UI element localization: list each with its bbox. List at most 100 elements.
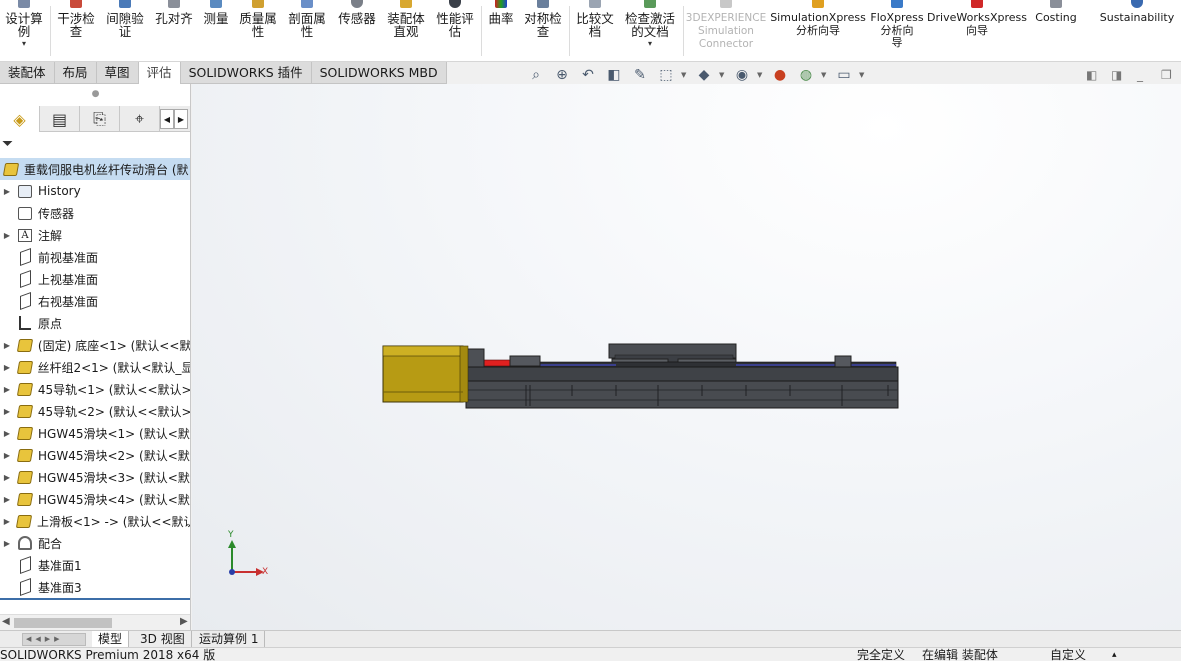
tree-item-top-plate[interactable]: ▶ 上滑板<1> -> (默认<<默认 [0, 510, 190, 532]
tree-item-top-plane[interactable]: 上视基准面 [0, 268, 190, 290]
tree-item-history[interactable]: ▶ History [0, 180, 190, 202]
linear-actuator-model[interactable] [380, 340, 902, 414]
tree-item-mates[interactable]: ▶ 配合 [0, 532, 190, 554]
tab-navigation-buttons[interactable]: ◀◀▶▶ [22, 633, 86, 646]
tree-item-front-plane[interactable]: 前视基准面 [0, 246, 190, 268]
tree-item-slider-4[interactable]: ▶ HGW45滑块<4> (默认<默 [0, 488, 190, 510]
tree-item-slider-2[interactable]: ▶ HGW45滑块<2> (默认<默 [0, 444, 190, 466]
status-units-selector[interactable]: 自定义 [1050, 647, 1086, 661]
interference-detection-button[interactable]: 干涉检 查 [53, 0, 99, 60]
tab-configurationmanager[interactable]: ⎘ [80, 106, 120, 132]
tree-item-origin[interactable]: 原点 [0, 312, 190, 334]
hole-alignment-icon [165, 0, 183, 12]
tab-solidworks-addins[interactable]: SOLIDWORKS 插件 [180, 62, 312, 84]
measure-button[interactable]: 测量 [199, 0, 233, 60]
triad-x-label: X [262, 567, 269, 577]
chevron-down-icon[interactable]: ▼ [821, 71, 829, 79]
expand-arrow-icon[interactable]: ▶ [0, 429, 14, 438]
symmetry-check-button[interactable]: 对称检 查 [520, 0, 566, 60]
tree-item-rail-1[interactable]: ▶ 45导轨<1> (默认<<默认> [0, 378, 190, 400]
viewport-tile-right-icon[interactable]: ◨ [1111, 68, 1122, 82]
tab-model[interactable]: 模型 [92, 631, 130, 648]
display-style-icon[interactable]: ◆ [693, 65, 715, 85]
hole-alignment-button[interactable]: 孔对齐 [151, 0, 197, 60]
tab-layout[interactable]: 布局 [54, 62, 97, 84]
view-settings-icon[interactable]: ▭ [833, 65, 855, 85]
chevron-down-icon[interactable]: ▼ [859, 71, 867, 79]
previous-view-icon[interactable]: ↶ [577, 65, 599, 85]
tree-item-slider-3[interactable]: ▶ HGW45滑块<3> (默认<默 [0, 466, 190, 488]
tree-root-assembly[interactable]: 重载伺服电机丝杆传动滑台 (默 [0, 158, 190, 180]
zoom-to-fit-icon[interactable]: ⌕ [525, 65, 547, 85]
simulationxpress-button[interactable]: SimulationXpress 分析向导 [770, 0, 866, 60]
chevron-down-icon[interactable]: ▼ [681, 71, 689, 79]
tab-assembly[interactable]: 装配体 [0, 62, 55, 84]
performance-evaluation-button[interactable]: 性能评 估 [432, 0, 478, 60]
expand-arrow-icon[interactable]: ▶ [0, 517, 14, 526]
tab-dimxpertmanager[interactable]: ⌖ [120, 106, 160, 132]
zoom-to-area-icon[interactable]: ⊕ [551, 65, 573, 85]
expand-arrow-icon[interactable]: ▶ [0, 539, 14, 548]
tab-solidworks-mbd[interactable]: SOLIDWORKS MBD [311, 62, 447, 84]
design-study-button[interactable]: 设计算 例 ▾ [2, 0, 46, 60]
tree-item-right-plane[interactable]: 右视基准面 [0, 290, 190, 312]
expand-arrow-icon[interactable]: ▶ [0, 385, 14, 394]
viewport-tile-left-icon[interactable]: ◧ [1086, 68, 1097, 82]
clearance-verification-button[interactable]: 间隙验 证 [102, 0, 148, 60]
edit-appearance-icon[interactable]: ● [769, 65, 791, 85]
scroll-right-arrow-icon[interactable]: ▶ [180, 616, 188, 627]
floxpress-button[interactable]: FloXpress 分析向 导 [868, 0, 926, 60]
expand-arrow-icon[interactable]: ▶ [0, 187, 14, 196]
section-properties-button[interactable]: 剖面属 性 [284, 0, 330, 60]
tree-item-annotations[interactable]: ▶ A 注解 [0, 224, 190, 246]
tab-featuremanager[interactable]: ◈ [0, 106, 40, 132]
tabs-scroll-left-button[interactable]: ◀ [160, 109, 174, 129]
expand-arrow-icon[interactable]: ▶ [0, 363, 14, 372]
driveworksxpress-button[interactable]: DriveWorksXpress 向导 [927, 0, 1027, 60]
expand-arrow-icon[interactable]: ▶ [0, 473, 14, 482]
tab-evaluate[interactable]: 评估 [138, 62, 181, 84]
costing-button[interactable]: Costing [1030, 0, 1082, 60]
chevron-down-icon[interactable]: ▼ [719, 71, 727, 79]
sustainability-button[interactable]: Sustainability [1096, 0, 1178, 60]
expand-arrow-icon[interactable]: ▶ [0, 495, 14, 504]
tab-propertymanager[interactable]: ▤ [40, 106, 80, 132]
tree-item-slider-1[interactable]: ▶ HGW45滑块<1> (默认<默 [0, 422, 190, 444]
curvature-button[interactable]: 曲率 [484, 0, 518, 60]
panel-grip-handle[interactable]: ● [0, 84, 190, 106]
floxpress-icon [888, 0, 906, 12]
chevron-down-icon[interactable]: ▼ [757, 71, 765, 79]
expand-arrow-icon[interactable]: ▶ [0, 341, 14, 350]
tab-3d-view[interactable]: 3D 视图 [134, 631, 192, 648]
expand-arrow-icon[interactable]: ▶ [0, 231, 14, 240]
tree-item-rail-2[interactable]: ▶ 45导轨<2> (默认<<默认> [0, 400, 190, 422]
check-active-document-button[interactable]: 检查激活 的文档 ▾ [621, 0, 679, 60]
expand-arrow-icon[interactable]: ▶ [0, 451, 14, 460]
filter-icon[interactable]: ⏷ [2, 136, 13, 152]
sensor-button[interactable]: 传感器 [333, 0, 381, 60]
tree-item-plane-3[interactable]: 基准面3 [0, 576, 190, 598]
tree-item-plane-1[interactable]: 基准面1 [0, 554, 190, 576]
3dexperience-connector-button[interactable]: 3DEXPERIENCE Simulation Connector [686, 0, 766, 60]
tab-sketch[interactable]: 草图 [96, 62, 139, 84]
tabs-scroll-right-button[interactable]: ▶ [174, 109, 188, 129]
section-view-icon[interactable]: ◧ [603, 65, 625, 85]
hide-show-items-icon[interactable]: ◉ [731, 65, 753, 85]
chevron-up-icon[interactable]: ▴ [1112, 647, 1117, 661]
scroll-left-arrow-icon[interactable]: ◀ [2, 616, 10, 627]
tree-item-base-fixed[interactable]: ▶ (固定) 底座<1> (默认<<默 [0, 334, 190, 356]
tree-item-screw-group[interactable]: ▶ 丝杆组2<1> (默认<默认_显 [0, 356, 190, 378]
tab-motion-study-1[interactable]: 运动算例 1 [193, 631, 266, 648]
assembly-visualization-button[interactable]: 装配体 直观 [383, 0, 429, 60]
apply-scene-icon[interactable]: ◍ [795, 65, 817, 85]
dynamic-annotation-icon[interactable]: ✎ [629, 65, 651, 85]
view-orientation-icon[interactable]: ⬚ [655, 65, 677, 85]
scrollbar-thumb[interactable] [14, 618, 112, 628]
viewport-minimize-icon[interactable]: _ [1137, 68, 1143, 82]
tree-item-sensors[interactable]: 传感器 [0, 202, 190, 224]
viewport-restore-icon[interactable]: ❐ [1161, 68, 1172, 82]
mass-properties-button[interactable]: 质量属 性 [235, 0, 281, 60]
expand-arrow-icon[interactable]: ▶ [0, 407, 14, 416]
tree-horizontal-scrollbar[interactable]: ◀ ▶ [0, 614, 190, 630]
compare-documents-button[interactable]: 比较文 档 [572, 0, 618, 60]
